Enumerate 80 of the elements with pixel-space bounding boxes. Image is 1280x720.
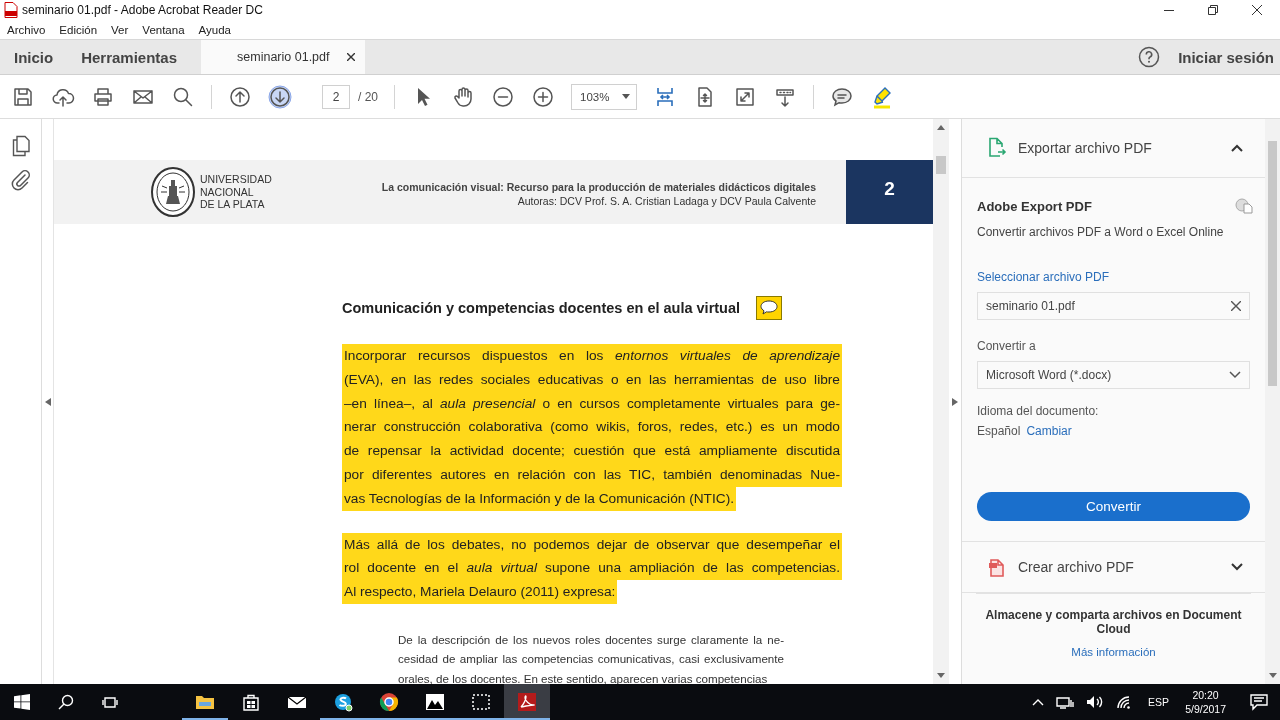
dashed-frame-icon[interactable] [471, 692, 491, 712]
clock-time[interactable]: 20:20 [1192, 688, 1219, 702]
help-icon[interactable] [1138, 46, 1161, 68]
clear-icon[interactable] [1231, 301, 1241, 311]
pdf-app-icon[interactable] [517, 692, 537, 712]
scrollbar[interactable] [1265, 119, 1280, 684]
menu-item[interactable]: Ayuda [198, 23, 231, 36]
convert-button[interactable]: Convertir [977, 492, 1250, 521]
menu-item[interactable]: Ventana [142, 23, 185, 36]
field-label: Convertir a [977, 339, 1037, 353]
panel-title[interactable]: Exportar archivo PDF [1018, 140, 1231, 156]
browser-icon[interactable] [379, 692, 399, 712]
scroll-down-icon[interactable] [1268, 673, 1277, 678]
university-seal-icon [150, 166, 196, 218]
authors-line: Autoras: DCV Prof. S. A. Cristian Ladaga y DCV Paula Calvente [516, 194, 816, 208]
notifications-icon[interactable] [1250, 693, 1268, 711]
menu-item[interactable]: Edición [59, 23, 98, 36]
window-title: seminario 01.pdf - Adobe Acrobat Reader DC [22, 3, 263, 17]
file-field[interactable]: seminario 01.pdf [977, 292, 1250, 320]
service-title: Adobe Export PDF [977, 198, 1092, 214]
paperclip-icon[interactable] [10, 169, 31, 191]
windows-start-icon[interactable] [14, 694, 30, 710]
comment-note-icon[interactable] [756, 296, 783, 320]
hand-icon[interactable] [451, 84, 475, 109]
change-link[interactable]: Cambiar [1026, 424, 1072, 438]
chevron-up-icon[interactable] [1231, 144, 1243, 152]
chevron-down-icon [1229, 371, 1241, 379]
zoom-out-icon[interactable] [491, 84, 515, 109]
caret-right-icon[interactable] [952, 397, 958, 406]
export-file-icon [987, 137, 1007, 159]
zoom-dropdown[interactable]: 103% [571, 83, 637, 110]
scroll-thumb[interactable] [936, 156, 946, 174]
pages-icon[interactable] [10, 135, 31, 157]
mountain-image-icon[interactable] [425, 692, 445, 712]
description: Convertir archivos PDF a Word o Excel Online [977, 225, 1225, 239]
sign-in-link[interactable]: Iniciar sesión [1178, 40, 1280, 74]
network-icon[interactable] [1056, 695, 1075, 709]
chevron-down-icon[interactable] [1231, 563, 1243, 571]
tab-label: seminario 01.pdf [237, 50, 330, 64]
taskbar-app-button[interactable] [504, 684, 550, 720]
panel-title[interactable]: Crear archivo PDF [1018, 559, 1231, 575]
format-dropdown[interactable]: Microsoft Word (*.docx) [977, 361, 1250, 389]
wifi-icon[interactable] [1116, 695, 1133, 709]
nav-tab[interactable]: Herramientas [67, 40, 192, 74]
chat-app-icon[interactable] [333, 692, 353, 712]
close-icon[interactable] [347, 53, 356, 61]
close-icon[interactable] [1252, 5, 1262, 15]
nav-tab[interactable]: Inicio [0, 40, 68, 74]
scroll-thumb[interactable] [1268, 141, 1277, 386]
cloud-message: Almacene y comparta archivos en Document Cloud [984, 608, 1243, 636]
scroll-up-icon[interactable] [937, 125, 945, 130]
section-heading: Comunicación y competencias docentes en el aula virtual [342, 300, 741, 316]
page-number-field[interactable]: 2 [322, 84, 350, 109]
restore-icon[interactable] [1208, 5, 1218, 15]
speaker-icon[interactable] [1086, 695, 1105, 709]
shopping-bag-icon[interactable] [241, 692, 261, 712]
select-file-link[interactable]: Seleccionar archivo PDF [977, 270, 1250, 284]
highlighted-paragraph: Más allá de los debates, no podemos dejar de observar que desempeñar el rol docente en el aula virtual supone una ampliación de las competencias. Al respecto, Mariela Delauro (2011) expresa: [342, 532, 842, 604]
search-icon[interactable] [58, 694, 74, 710]
scroll-down-icon[interactable] [937, 673, 945, 678]
page-number-badge: 2 [846, 160, 933, 224]
university-name: UNIVERSIDAD NACIONAL DE LA PLATA [200, 173, 272, 211]
menu-item[interactable]: Archivo [7, 23, 46, 36]
page-count: / 20 [358, 89, 378, 104]
running-title: La comunicación visual: Recurso para la producción de materiales didácticos digitales [381, 180, 816, 194]
dropdown-caret-icon [622, 94, 630, 99]
menu-item[interactable]: Ver [111, 23, 129, 36]
field-label: Idioma del documento: [977, 404, 1100, 418]
language-value: Español [977, 424, 1021, 438]
task-view-icon[interactable] [102, 694, 118, 710]
clock-date[interactable]: 5/9/2017 [1185, 702, 1226, 716]
scrollbar[interactable] [933, 119, 949, 684]
create-file-icon [987, 556, 1007, 578]
keyboard-language[interactable]: ESP [1148, 696, 1170, 708]
down-arrow-icon[interactable] [268, 84, 292, 109]
more-info-link[interactable]: Más información [1071, 646, 1156, 658]
caret-left-icon[interactable] [44, 397, 51, 406]
zoom-in-icon[interactable] [531, 84, 555, 109]
highlighted-paragraph: Incorporar recursos dispuestos en los entornos virtuales de aprendizaje (EVA), en las redes sociales educativas o en las herramientas de uso libre –en línea–, al aula presencial o en cursos completamente virtuales para ge- nerar construcción colaborativa (como wikis, foros, redes, etc.) es un modo de repensar la actividad docente; cuestión que está ampliamente discutida por diferentes autores en relación con las TIC, también denominadas Nue- vas Tecnologías de la Información y de la Comunicación (NTIC). [342, 344, 842, 511]
document-tab[interactable]: seminario 01.pdf [201, 40, 366, 74]
